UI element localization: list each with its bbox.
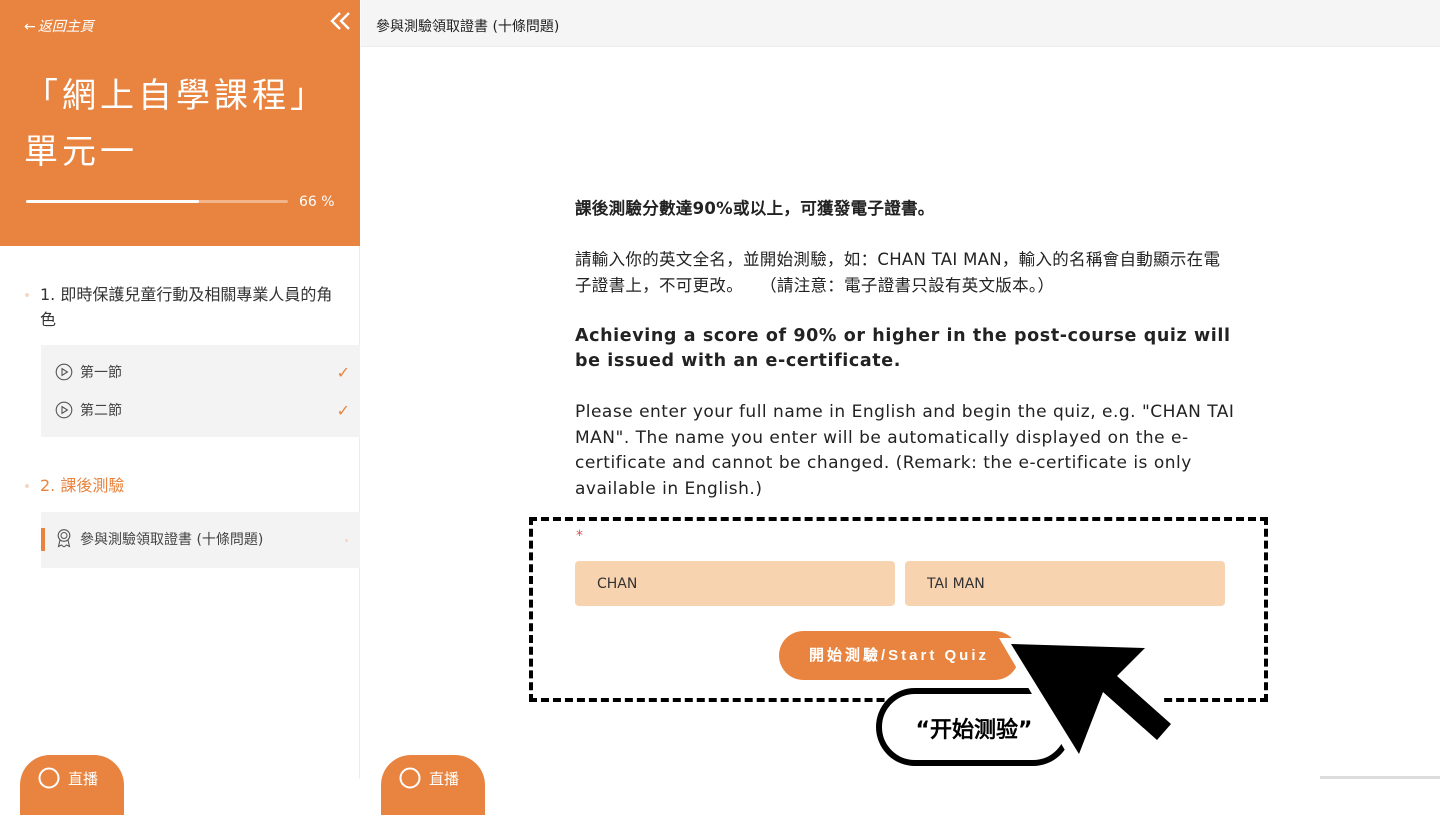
lesson-label: 第二節	[80, 403, 122, 419]
arrow-left-icon: ←	[24, 19, 36, 35]
given-name-input[interactable]	[905, 561, 1225, 606]
play-circle-icon	[55, 363, 73, 381]
section-title-1[interactable]: 1. 即時保護兒童行動及相關專業人員的角色	[40, 282, 340, 332]
quiz-item-certificate[interactable]: 參與測驗領取證書 (十條問題)	[41, 512, 360, 568]
back-to-home-link[interactable]: ← 返回主頁	[24, 16, 94, 36]
callout-bubble: “开始测验”	[876, 688, 1072, 766]
course-progress-bar	[26, 200, 288, 203]
required-asterisk: *	[576, 528, 583, 544]
section-bullet	[25, 484, 29, 488]
status-dot	[345, 539, 348, 542]
check-icon: ✓	[336, 363, 350, 382]
lesson-label: 第一節	[80, 365, 122, 381]
active-indicator	[41, 528, 45, 551]
back-link-label: 返回主頁	[37, 19, 94, 35]
intro-zh: 請輸入你的英文全名，並開始測驗，如：CHAN TAI MAN，輸入的名稱會自動顯…	[575, 250, 1221, 295]
start-quiz-button[interactable]: 開始測驗/Start Quiz	[779, 631, 1019, 680]
play-circle-icon	[55, 401, 73, 419]
lesson-item-2[interactable]: 第二節 ✓	[41, 391, 360, 429]
question-circle-icon	[38, 767, 60, 789]
intro-en-bold: Achieving a score of 90% or higher in th…	[575, 325, 1231, 372]
quiz-instructions: 課後測驗分數達90%或以上，可獲發電子證書。 請輸入你的英文全名，並開始測驗，如…	[575, 196, 1235, 528]
surname-input[interactable]	[575, 561, 895, 606]
sidebar: ← 返回主頁 「網上自學課程」單元一 66 % 1. 即時保護兒童行動及相關專業人…	[0, 0, 360, 815]
lesson-list: 第一節 ✓ 第二節 ✓	[41, 345, 360, 437]
course-title: 「網上自學課程」單元一	[24, 76, 311, 172]
live-stream-button[interactable]: 直播	[20, 755, 124, 815]
intro-zh-bold: 課後測驗分數達90%或以上，可獲發電子證書。	[575, 199, 935, 218]
course-progress-fill	[26, 200, 199, 203]
question-circle-icon	[399, 767, 421, 789]
callout-text: “开始测验”	[915, 718, 1033, 743]
intro-en: Please enter your full name in English a…	[575, 402, 1235, 499]
double-chevron-left-icon[interactable]	[328, 8, 354, 38]
check-icon: ✓	[336, 401, 350, 420]
section-bullet	[25, 293, 29, 297]
course-header: ← 返回主頁 「網上自學課程」單元一 66 %	[0, 0, 360, 246]
live-stream-button[interactable]: 直播	[381, 755, 485, 815]
topbar: 參與測驗領取證書 (十條問題)	[361, 0, 1440, 47]
section-title-2[interactable]: 2. 課後測驗	[40, 473, 124, 498]
course-progress-label: 66 %	[299, 194, 335, 210]
award-icon	[57, 529, 71, 548]
quiz-item-label: 參與測驗領取證書 (十條問題)	[80, 532, 264, 548]
page-title: 參與測驗領取證書 (十條問題)	[376, 19, 560, 35]
lesson-item-1[interactable]: 第一節 ✓	[41, 353, 360, 391]
